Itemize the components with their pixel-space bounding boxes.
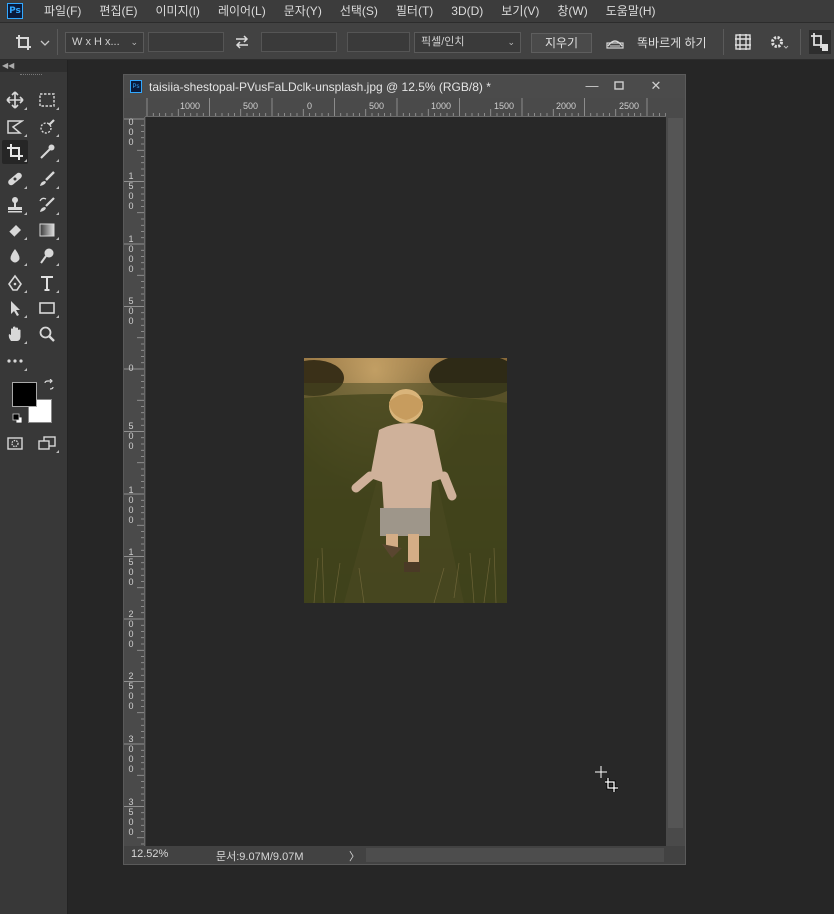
ruler-label: 5 0 0 [128, 421, 134, 451]
close-icon[interactable]: ✕ [644, 77, 668, 95]
menu-view[interactable]: 보기(V) [492, 0, 548, 22]
chevron-down-icon: ⌄ [507, 37, 515, 47]
ruler-label: 1 5 0 0 [128, 547, 134, 587]
ruler-label: 0 [128, 363, 134, 373]
brush-icon[interactable] [34, 167, 60, 191]
document-size-info[interactable]: 문서:9.07M/9.07M [176, 848, 349, 863]
swap-icon[interactable] [234, 34, 250, 50]
document-tab[interactable]: Ps taisiia-shestopal-PVusFaLDclk-unsplas… [124, 75, 685, 98]
eraser-icon[interactable] [2, 218, 28, 242]
ruler-label: 3 5 0 0 [128, 797, 134, 837]
menu-help[interactable]: 도움말(H) [597, 0, 665, 22]
more-tools-icon[interactable] [2, 349, 28, 373]
ruler-label: 1 0 0 0 [128, 485, 134, 525]
crop-icon[interactable] [2, 140, 28, 164]
blur-icon[interactable] [2, 244, 28, 268]
ruler-label: 1 0 0 0 [128, 234, 134, 274]
swap-colors-icon[interactable] [43, 378, 55, 391]
menu-window[interactable]: 창(W) [548, 0, 596, 22]
photoshop-logo: Ps [7, 3, 23, 19]
crop-cursor-icon [593, 764, 623, 796]
menu-edit[interactable]: 편집(E) [90, 0, 146, 22]
marquee-icon[interactable] [34, 88, 60, 112]
ruler-label: 2 0 0 0 [128, 609, 134, 649]
status-bar: 12.52% 문서:9.07M/9.07M 〉 [124, 846, 685, 864]
gradient-icon[interactable] [34, 218, 60, 242]
ruler-label: 0 0 0 [128, 117, 134, 147]
ruler-label: 1000 [431, 101, 452, 111]
menu-image[interactable]: 이미지(I) [146, 0, 208, 22]
ruler-label: 1500 [494, 101, 515, 111]
ruler-label: 5 0 0 [128, 296, 134, 326]
status-menu-arrow-icon[interactable]: 〉 [349, 848, 360, 864]
ruler-origin[interactable] [124, 98, 145, 117]
vertical-ruler[interactable]: 0 0 0 1 5 0 0 1 0 0 0 5 0 0 0 5 0 0 1 0 … [124, 117, 145, 847]
eyedropper-icon[interactable] [34, 140, 60, 164]
menu-3d[interactable]: 3D(D) [442, 0, 492, 22]
menu-file[interactable]: 파일(F) [35, 0, 90, 22]
ratio-preset-dropdown[interactable]: W x H x... ⌄ [65, 32, 144, 53]
tools-panel: ◀◀ [0, 60, 68, 914]
width-field[interactable] [148, 32, 224, 52]
options-bar: W x H x... ⌄ 픽셀/인치 ⌄ 지우기 똑바르게 하기 [0, 22, 834, 60]
ratio-preset-value: W x H x... [72, 36, 120, 48]
move-icon[interactable] [2, 88, 28, 112]
settings-gear-icon[interactable] [769, 33, 789, 51]
ruler-label: 3 0 0 0 [128, 734, 134, 774]
collapse-arrows-icon[interactable]: ◀◀ [0, 60, 67, 72]
zoom-level[interactable]: 12.52% [131, 848, 168, 860]
path-select-icon[interactable] [2, 296, 28, 320]
ps-document-icon: Ps [130, 80, 142, 93]
screen-mode-icon[interactable] [34, 431, 60, 455]
zoom-icon[interactable] [34, 322, 60, 346]
quick-mask-icon[interactable] [2, 431, 28, 455]
document-title: taisiia-shestopal-PVusFaLDclk-unsplash.j… [149, 79, 491, 94]
default-colors-icon[interactable] [12, 413, 23, 424]
ruler-label: 2 5 0 0 [128, 671, 134, 711]
history-brush-icon[interactable] [34, 193, 60, 217]
menu-bar: Ps 파일(F) 편집(E) 이미지(I) 레이어(L) 문자(Y) 선택(S)… [0, 0, 834, 22]
vertical-scrollbar[interactable] [666, 98, 685, 848]
menu-select[interactable]: 선택(S) [331, 0, 387, 22]
ruler-label: 1000 [180, 101, 201, 111]
ruler-label: 1 5 0 0 [128, 171, 134, 211]
ruler-label: 500 [369, 101, 385, 111]
foreground-color-swatch[interactable] [12, 382, 37, 407]
quick-select-icon[interactable] [34, 115, 60, 139]
maximize-icon[interactable] [607, 77, 631, 95]
horizontal-scrollbar[interactable] [366, 848, 664, 862]
ruler-label: 2000 [556, 101, 577, 111]
resolution-field[interactable] [347, 32, 410, 52]
photo-image [304, 358, 507, 603]
delete-cropped-icon[interactable] [809, 30, 831, 54]
ruler-label: 500 [243, 101, 259, 111]
straighten-icon[interactable] [605, 34, 625, 50]
hand-icon[interactable] [2, 322, 28, 346]
menu-type[interactable]: 문자(Y) [275, 0, 331, 22]
type-icon[interactable] [34, 271, 60, 295]
lasso-icon[interactable] [2, 115, 28, 139]
ruler-label: 0 [307, 101, 313, 111]
height-field[interactable] [261, 32, 337, 52]
healing-icon[interactable] [2, 167, 28, 191]
overlay-grid-icon[interactable] [734, 33, 752, 51]
ruler-label: 2500 [619, 101, 640, 111]
pen-icon[interactable] [2, 271, 28, 295]
rectangle-icon[interactable] [34, 296, 60, 320]
clear-button[interactable]: 지우기 [531, 33, 592, 53]
menu-filter[interactable]: 필터(T) [387, 0, 442, 22]
stamp-icon[interactable] [2, 193, 28, 217]
dodge-icon[interactable] [34, 244, 60, 268]
crop-tool-preset-icon[interactable] [14, 33, 50, 53]
straighten-label[interactable]: 똑바르게 하기 [637, 34, 707, 51]
unit-dropdown[interactable]: 픽셀/인치 ⌄ [414, 32, 521, 53]
scroll-track[interactable] [668, 118, 683, 828]
menu-layer[interactable]: 레이어(L) [209, 0, 275, 22]
unit-value: 픽셀/인치 [421, 36, 465, 48]
horizontal-ruler[interactable]: 1000 500 0 500 1000 1500 2000 2500 [145, 98, 666, 117]
minimize-icon[interactable]: — [580, 77, 604, 95]
chevron-down-icon: ⌄ [130, 37, 138, 47]
